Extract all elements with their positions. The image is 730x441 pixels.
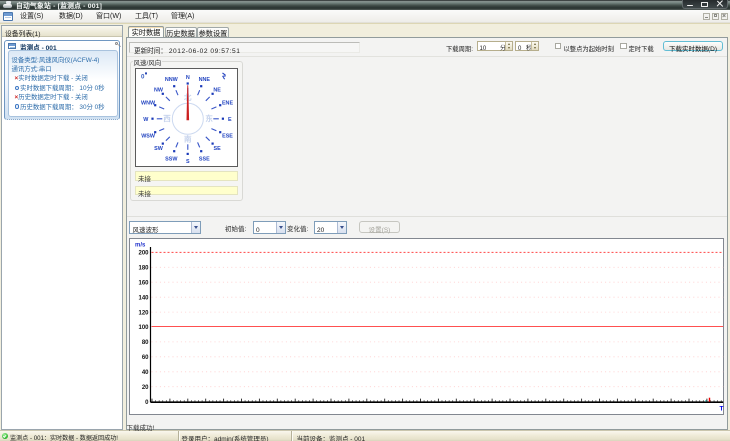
- svg-text:SE: SE: [213, 144, 221, 152]
- svg-text:WSW: WSW: [141, 131, 156, 139]
- svg-text:ENE: ENE: [221, 98, 232, 106]
- svg-text:东: 东: [205, 112, 213, 123]
- svg-text:120: 120: [138, 307, 149, 316]
- svg-text:20: 20: [141, 381, 148, 390]
- svg-text:80: 80: [141, 337, 148, 346]
- svg-text:40: 40: [141, 367, 148, 376]
- svg-text:NW: NW: [154, 85, 164, 93]
- svg-text:0: 0: [145, 396, 149, 405]
- svg-text:西: 西: [163, 112, 171, 123]
- svg-text:NNW: NNW: [164, 75, 178, 83]
- svg-text:W: W: [143, 114, 149, 122]
- svg-text:WNW: WNW: [141, 98, 156, 106]
- svg-text:140: 140: [138, 292, 149, 301]
- svg-text:S: S: [185, 156, 189, 164]
- svg-text:180: 180: [138, 262, 149, 271]
- svg-text:E: E: [227, 114, 231, 122]
- svg-text:N: N: [185, 72, 189, 80]
- svg-text:T: T: [719, 402, 723, 412]
- svg-text:160: 160: [138, 277, 149, 286]
- svg-text:NE: NE: [213, 85, 221, 93]
- svg-text:0: 0: [141, 71, 145, 80]
- svg-text:60: 60: [141, 352, 148, 361]
- svg-text:100: 100: [138, 322, 149, 331]
- svg-text:NNE: NNE: [198, 75, 210, 83]
- svg-text:SSE: SSE: [198, 154, 209, 162]
- svg-text:200: 200: [138, 247, 149, 256]
- svg-text:SW: SW: [154, 144, 164, 152]
- svg-text:ESE: ESE: [222, 131, 233, 139]
- svg-text:SSW: SSW: [165, 154, 178, 162]
- svg-text:南: 南: [184, 133, 192, 144]
